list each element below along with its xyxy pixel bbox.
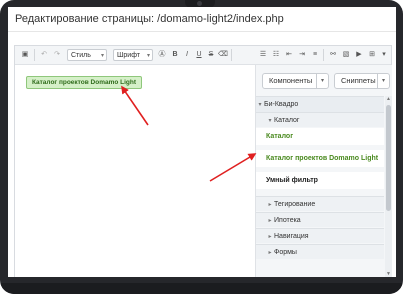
laptop-base: [0, 283, 403, 294]
caret-right-icon: ▸: [268, 234, 272, 240]
tree-item-label: Каталог: [266, 133, 294, 140]
font-select-value: Шрифт: [117, 52, 141, 59]
font-size-icon[interactable]: Ⓐ: [157, 49, 167, 61]
caret-right-icon: ▸: [268, 250, 272, 256]
tree-node-label: Формы: [274, 249, 297, 256]
indent-icon[interactable]: ⇥: [297, 49, 307, 61]
components-tab-label: Компоненты: [269, 76, 313, 85]
caret-down-icon: ▾: [268, 118, 272, 124]
html-editor: ▣ ↶ ↷ Стиль ▾ Шрифт ▾ Ⓐ B I U S ⌫ ☰ ☷ ⇤ …: [14, 45, 392, 277]
toggle-panel-icon[interactable]: ▣: [20, 49, 30, 61]
scroll-up-icon[interactable]: ▲: [385, 96, 392, 103]
component-placeholder[interactable]: Каталог проектов Domamo Light: [26, 76, 142, 89]
chevron-down-icon[interactable]: ▾: [377, 74, 389, 88]
caret-down-icon: ▾: [258, 102, 262, 108]
snippets-tab-label: Сниппеты: [341, 76, 376, 85]
toolbar-separator: [323, 49, 324, 61]
font-select[interactable]: Шрифт ▾: [113, 49, 153, 61]
editor-toolbar: ▣ ↶ ↷ Стиль ▾ Шрифт ▾ Ⓐ B I U S ⌫ ☰ ☷ ⇤ …: [15, 46, 391, 65]
chevron-down-icon: ▾: [146, 53, 150, 59]
remove-format-icon[interactable]: ⌫: [218, 49, 228, 61]
video-icon[interactable]: ▶: [354, 49, 364, 61]
align-icon[interactable]: ≡: [310, 49, 320, 61]
image-icon[interactable]: ▧: [341, 49, 351, 61]
tree-node-label: Би-Квадро: [264, 101, 299, 108]
tree-item-label: Умный фильтр: [266, 177, 318, 184]
link-icon[interactable]: ⚯: [328, 49, 338, 61]
strike-button[interactable]: S: [206, 49, 216, 61]
tree-group-mortgage[interactable]: ▸ Ипотека: [256, 212, 384, 227]
caret-right-icon: ▸: [268, 202, 272, 208]
bullet-list-icon[interactable]: ☷: [271, 49, 281, 61]
scroll-down-icon[interactable]: ▼: [385, 271, 392, 277]
laptop-bezel: Редактирование страницы: /domamo-light2/…: [0, 0, 403, 294]
table-icon[interactable]: ⊞: [367, 49, 377, 61]
tree-group-navigation[interactable]: ▸ Навигация: [256, 228, 384, 243]
tree-item-smart-filter[interactable]: Умный фильтр: [256, 172, 384, 189]
editor-content-area[interactable]: Каталог проектов Domamo Light: [15, 65, 255, 277]
tree-item-label: Каталог проектов Domamo Light: [266, 155, 379, 162]
style-select-value: Стиль: [71, 52, 91, 59]
toolbar-separator: [231, 49, 232, 61]
camera-icon: [197, 1, 202, 6]
underline-button[interactable]: U: [194, 49, 204, 61]
tree-section-bi-kvadro[interactable]: ▾ Би-Квадро: [256, 96, 384, 112]
toolbar-separator: [34, 49, 35, 61]
tree-group-tagging[interactable]: ▸ Тегирование: [256, 196, 384, 211]
chevron-down-icon: ▾: [100, 53, 104, 59]
screen: Редактирование страницы: /domamo-light2/…: [8, 7, 396, 277]
tree-item-catalog-domamo[interactable]: Каталог проектов Domamo Light: [256, 150, 384, 167]
tree-group-catalog[interactable]: ▾ Каталог: [256, 112, 384, 127]
components-tab[interactable]: Компоненты ▾: [262, 73, 329, 89]
tree-node-label: Навигация: [274, 233, 309, 240]
outdent-icon[interactable]: ⇤: [284, 49, 294, 61]
ordered-list-icon[interactable]: ☰: [258, 49, 268, 61]
redo-icon[interactable]: ↷: [52, 49, 62, 61]
snippets-tab[interactable]: Сниппеты ▾: [334, 73, 390, 89]
dialog-title: Редактирование страницы: /domamo-light2/…: [15, 13, 284, 25]
style-select[interactable]: Стиль ▾: [67, 49, 107, 61]
tree-scrollbar[interactable]: ▲ ▼: [385, 96, 392, 277]
tree-item-catalog[interactable]: Каталог: [256, 128, 384, 145]
tree-node-label: Ипотека: [274, 217, 301, 224]
italic-button[interactable]: I: [182, 49, 192, 61]
dialog-titlebar: Редактирование страницы: /domamo-light2/…: [8, 7, 396, 32]
scroll-thumb[interactable]: [386, 105, 391, 211]
tree-node-label: Тегирование: [274, 201, 316, 208]
tree-node-label: Каталог: [274, 117, 300, 124]
caret-right-icon: ▸: [268, 218, 272, 224]
components-panel: Компоненты ▾ Сниппеты ▾ ▾ Би-Квадро ▾ Ката…: [255, 65, 392, 277]
more-icon[interactable]: ▾: [379, 49, 389, 61]
tree-group-forms[interactable]: ▸ Формы: [256, 244, 384, 259]
component-tree: ▾ Би-Квадро ▾ Каталог Каталог Каталог прое…: [256, 96, 384, 277]
chevron-down-icon[interactable]: ▾: [316, 74, 328, 88]
bold-button[interactable]: B: [170, 49, 180, 61]
undo-icon[interactable]: ↶: [39, 49, 49, 61]
